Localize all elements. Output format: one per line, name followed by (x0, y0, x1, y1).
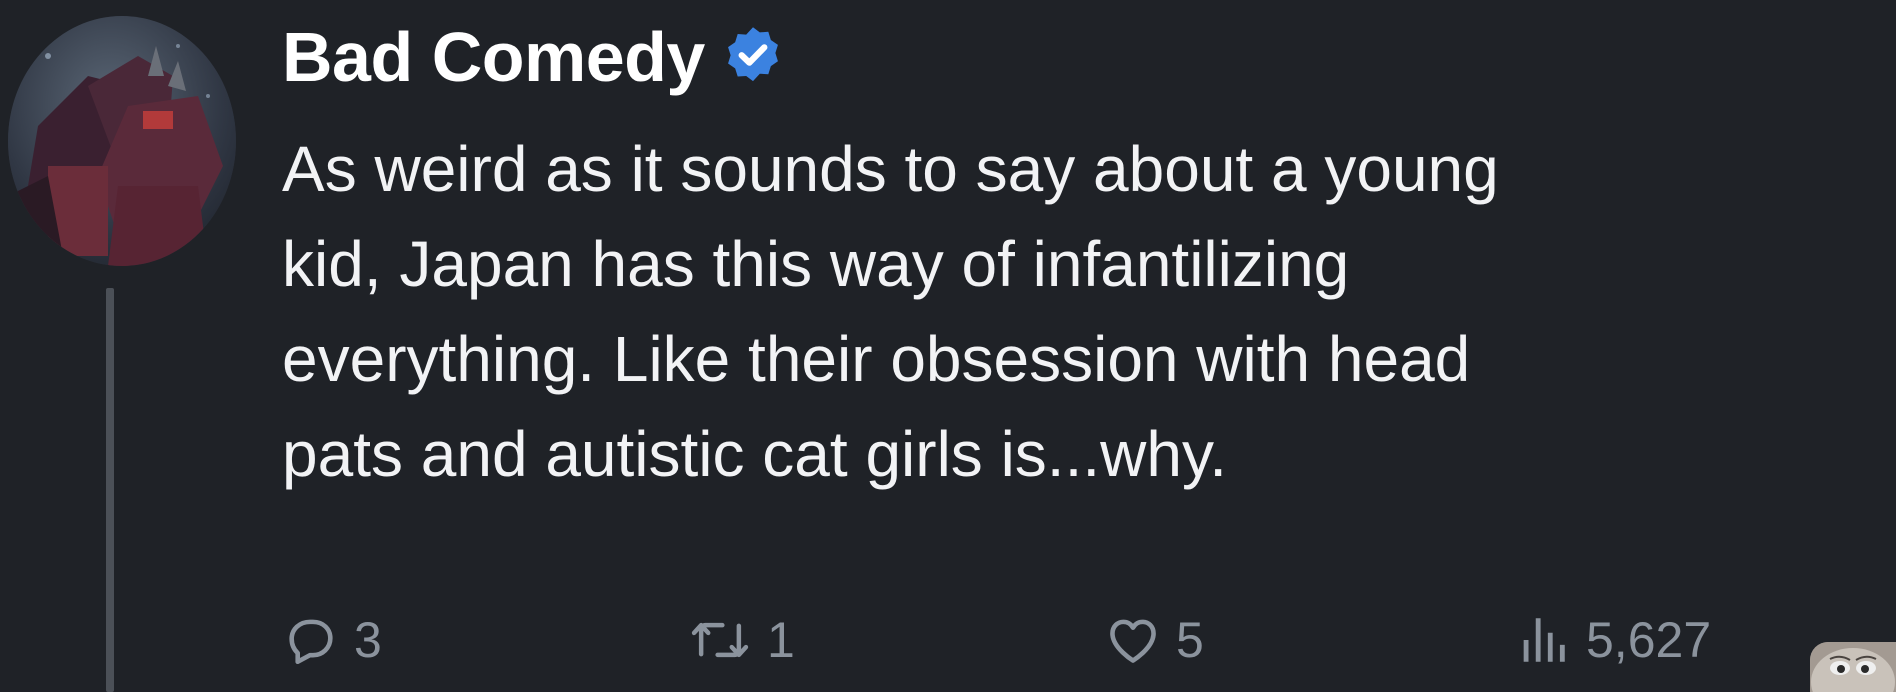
avatar-image (8, 16, 236, 266)
reply-icon (289, 619, 333, 665)
reply-count: 3 (354, 612, 382, 668)
retweet-count: 1 (767, 612, 795, 668)
retweet-button[interactable]: 1 (687, 600, 795, 680)
tweet-text: As weird as it sounds to say about a you… (282, 133, 1499, 490)
thread-line (106, 288, 114, 692)
tweet-header: Bad Comedy (282, 12, 787, 102)
like-count: 5 (1176, 612, 1204, 668)
avatar[interactable] (8, 16, 236, 266)
retweet-icon (691, 622, 749, 658)
verified-badge-icon (719, 23, 787, 91)
tweet-card[interactable]: Bad Comedy As weird as it sounds to say … (0, 0, 1896, 692)
views-icon (1523, 618, 1565, 662)
tweet-actions: 3 1 5 5,627 (282, 600, 1822, 680)
display-name[interactable]: Bad Comedy (282, 17, 705, 97)
reaction-face-thumbnail (1810, 642, 1896, 692)
views-button[interactable]: 5,627 (1514, 600, 1711, 680)
views-count: 5,627 (1586, 612, 1712, 668)
heart-icon (1110, 619, 1156, 663)
reply-button[interactable]: 3 (282, 600, 382, 680)
like-button[interactable]: 5 (1104, 600, 1204, 680)
